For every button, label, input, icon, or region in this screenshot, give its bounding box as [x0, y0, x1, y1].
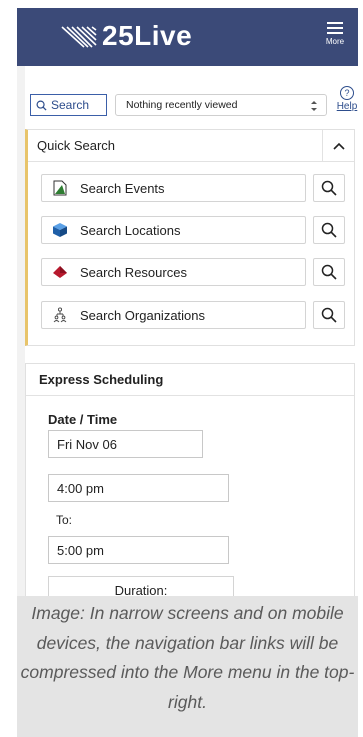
search-events-label: Search Events — [80, 180, 165, 196]
events-document-icon — [53, 180, 67, 196]
end-time-field[interactable]: 5:00 pm — [48, 536, 229, 564]
search-events-go-button[interactable] — [313, 174, 345, 202]
express-scheduling-title: Express Scheduling — [39, 372, 164, 387]
help-link[interactable]: ? Help — [335, 86, 359, 112]
organizations-people-icon — [53, 307, 67, 323]
recently-viewed-select[interactable]: Nothing recently viewed — [115, 94, 327, 116]
search-events-button[interactable]: Search Events — [41, 174, 306, 202]
search-organizations-label: Search Organizations — [80, 307, 206, 323]
logo-mark-icon — [61, 26, 97, 48]
search-resources-go-button[interactable] — [313, 258, 345, 286]
help-label: Help — [336, 101, 358, 112]
search-organizations-go-button[interactable] — [313, 301, 345, 329]
quick-search-header: Quick Search — [28, 130, 354, 162]
help-icon: ? — [340, 86, 354, 100]
to-label: To: — [56, 513, 73, 527]
express-scheduling-header: Express Scheduling — [26, 364, 354, 396]
search-locations-label: Search Locations — [80, 222, 181, 238]
date-time-label: Date / Time — [48, 412, 118, 427]
resources-diamond-icon — [53, 266, 67, 278]
search-button-label: Search — [51, 98, 90, 112]
search-resources-button[interactable]: Search Resources — [41, 258, 306, 286]
search-icon — [321, 222, 337, 238]
quick-search-panel: Quick Search Search Events Search Locati… — [25, 129, 355, 346]
search-icon — [36, 100, 47, 111]
search-icon — [321, 307, 337, 323]
logo-text: 25Live — [102, 20, 193, 51]
date-field[interactable]: Fri Nov 06 — [48, 430, 203, 458]
search-button[interactable]: Search — [30, 94, 107, 116]
collapse-quick-search-button[interactable] — [322, 130, 354, 162]
more-label: More — [325, 37, 345, 46]
more-menu-button[interactable]: More — [322, 22, 348, 46]
search-resources-label: Search Resources — [80, 264, 187, 280]
search-row: Search Nothing recently viewed ? Help — [30, 86, 360, 116]
date-value: Fri Nov 06 — [57, 436, 117, 452]
start-time-field[interactable]: 4:00 pm — [48, 474, 229, 502]
search-locations-button[interactable]: Search Locations — [41, 216, 306, 244]
top-navigation-bar: 25Live More — [17, 8, 358, 66]
locations-cube-icon — [53, 223, 67, 237]
search-icon — [321, 264, 337, 280]
express-scheduling-panel: Express Scheduling Date / Time Fri Nov 0… — [25, 363, 355, 606]
hamburger-icon — [327, 22, 343, 34]
end-time-value: 5:00 pm — [57, 542, 104, 558]
chevron-up-icon — [332, 142, 345, 150]
recently-viewed-value: Nothing recently viewed — [126, 99, 238, 111]
start-time-value: 4:00 pm — [57, 480, 104, 496]
search-organizations-button[interactable]: Search Organizations — [41, 301, 306, 329]
quick-search-title: Quick Search — [37, 138, 116, 153]
search-icon — [321, 180, 337, 196]
app-logo[interactable]: 25Live — [58, 20, 192, 52]
select-arrows-icon — [311, 101, 317, 111]
search-locations-go-button[interactable] — [313, 216, 345, 244]
image-caption: Image: In narrow screens and on mobile d… — [17, 596, 358, 737]
